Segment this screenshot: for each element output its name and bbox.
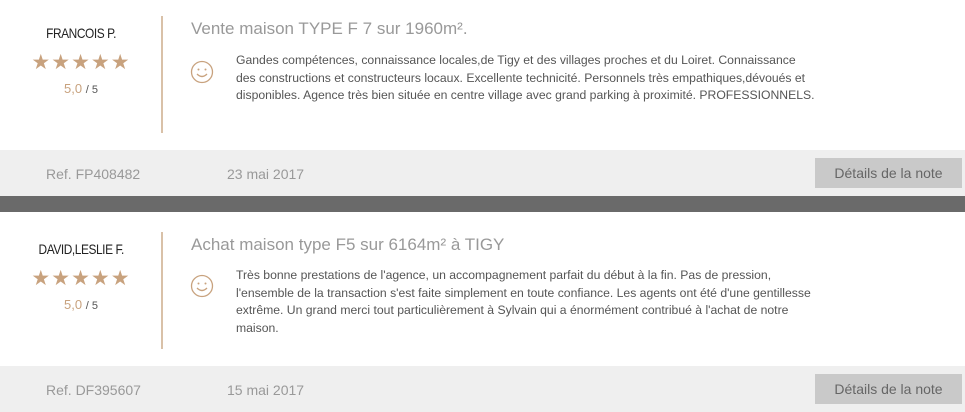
smiley-icon [190,60,214,84]
review-card: FRANCOIS P. ★★★★★ 5,0 / 5 Vente maison T… [0,0,965,150]
star-rating: ★★★★★ [31,267,131,290]
review-author-block: DAVID,LESLIE F. ★★★★★ 5,0 / 5 [0,241,162,312]
author-name: FRANCOIS P. [46,25,116,41]
rating-details-button[interactable]: Détails de la note [815,374,962,404]
rating-score: 5,0 / 5 [0,81,162,96]
rating-details-button[interactable]: Détails de la note [815,158,962,188]
section-separator [0,196,965,212]
rating-value: 5,0 [64,297,83,312]
review-comment: Gandes compétences, connaissance locales… [236,53,815,103]
review-footer: Ref. FP408482 23 mai 2017 Détails de la … [0,150,965,196]
review-ref: Ref. FP408482 [46,166,141,182]
review-ref: Ref. DF395607 [46,382,141,398]
vertical-divider [161,16,163,133]
review-card: DAVID,LESLIE F. ★★★★★ 5,0 / 5 Achat mais… [0,216,965,366]
review-title: Achat maison type F5 sur 6164m² à TIGY [191,235,505,254]
rating-suffix: / 5 [85,300,98,312]
author-name: DAVID,LESLIE F. [38,241,124,257]
review-author-block: FRANCOIS P. ★★★★★ 5,0 / 5 [0,25,162,96]
smiley-icon [190,274,214,298]
review-date: 23 mai 2017 [227,166,305,182]
vertical-divider [161,232,163,349]
star-rating: ★★★★★ [31,51,131,74]
review-footer: Ref. DF395607 15 mai 2017 Détails de la … [0,366,965,412]
rating-suffix: / 5 [85,84,98,96]
review-comment: Très bonne prestations de l'agence, un a… [236,268,811,335]
review-title: Vente maison TYPE F 7 sur 1960m². [191,19,468,38]
review-date: 15 mai 2017 [227,382,305,398]
rating-score: 5,0 / 5 [0,297,162,312]
rating-value: 5,0 [64,81,83,96]
